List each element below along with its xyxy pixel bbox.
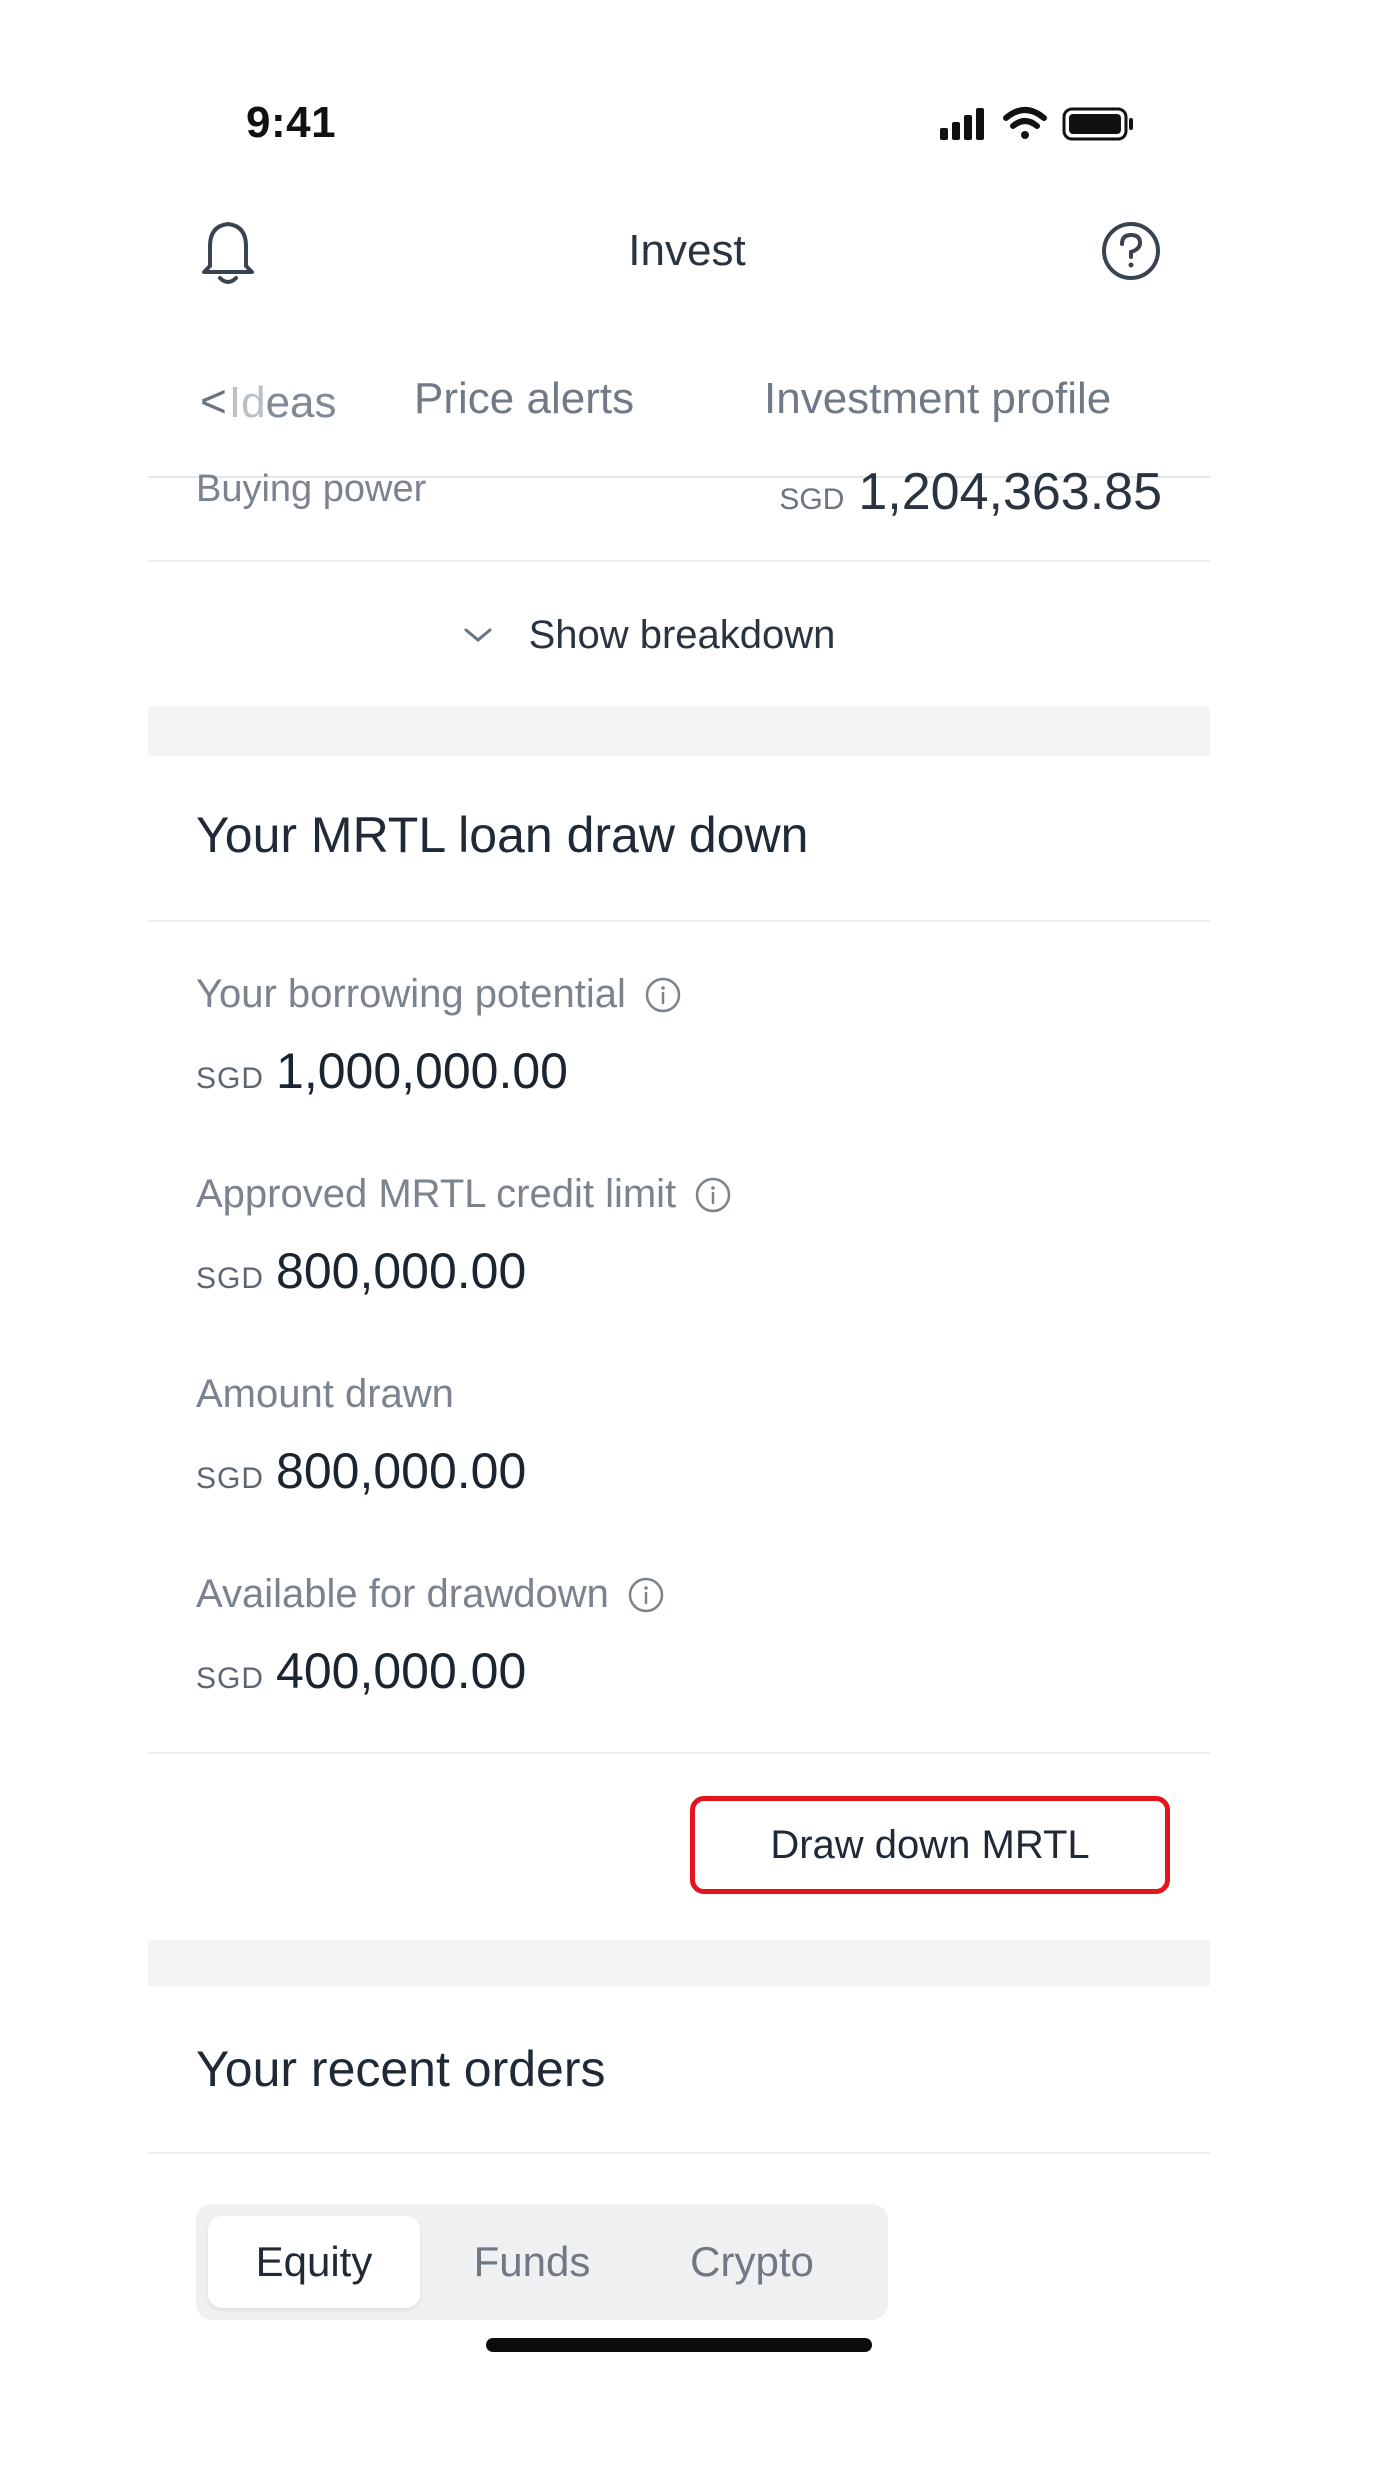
credit-limit-label: Approved MRTL credit limit [196,1172,732,1217]
status-icons [940,104,1140,144]
battery-icon [1062,107,1133,141]
tabs-bar: <Ideas Price alerts Investment profile [0,374,1374,438]
divider [148,2152,1210,2154]
divider [148,1752,1210,1754]
borrowing-potential-value: SGD 1,000,000.00 [196,1043,568,1099]
amount-drawn-label: Amount drawn [196,1372,454,1416]
chevron-left-icon[interactable]: < [200,375,227,427]
order-type-segmented-control: Equity Funds Crypto [196,2204,888,2320]
help-icon[interactable] [1100,220,1162,282]
segment-funds[interactable]: Funds [432,2204,632,2320]
info-icon[interactable] [644,976,682,1014]
mrtl-section-title: Your MRTL loan draw down [196,807,809,863]
draw-down-mrtl-button[interactable]: Draw down MRTL [690,1796,1170,1894]
info-icon[interactable] [627,1576,665,1614]
tab-investment-profile[interactable]: Investment profile [764,374,1111,424]
buying-power-value: SGD 1,204,363.85 [779,468,1162,521]
credit-limit-value: SGD 800,000.00 [196,1243,527,1299]
info-icon[interactable] [694,1176,732,1214]
borrowing-potential-label: Your borrowing potential [196,972,682,1017]
available-drawdown-value: SGD 400,000.00 [196,1643,527,1699]
buying-power-row: Buying power SGD 1,204,363.85 [148,468,1210,564]
segment-crypto[interactable]: Crypto [642,2204,862,2320]
signal-icon [940,108,984,140]
show-breakdown-button[interactable]: Show breakdown [148,600,1210,670]
home-indicator [486,2338,872,2352]
segment-equity[interactable]: Equity [208,2216,420,2308]
divider [148,920,1210,922]
page-title: Invest [628,226,746,275]
recent-orders-title: Your recent orders [196,2041,606,2097]
section-separator [148,706,1210,756]
status-time: 9:41 [246,98,337,147]
tab-price-alerts[interactable]: Price alerts [414,374,634,424]
section-separator [148,1940,1210,1986]
wifi-icon [1003,107,1047,139]
divider [148,560,1210,562]
chevron-down-icon [464,628,492,642]
buying-power-label: Buying power [196,468,427,510]
tab-ideas[interactable]: <Ideas [200,374,337,428]
show-breakdown-label: Show breakdown [528,612,836,657]
available-drawdown-label: Available for drawdown [196,1572,665,1617]
amount-drawn-value: SGD 800,000.00 [196,1443,527,1499]
